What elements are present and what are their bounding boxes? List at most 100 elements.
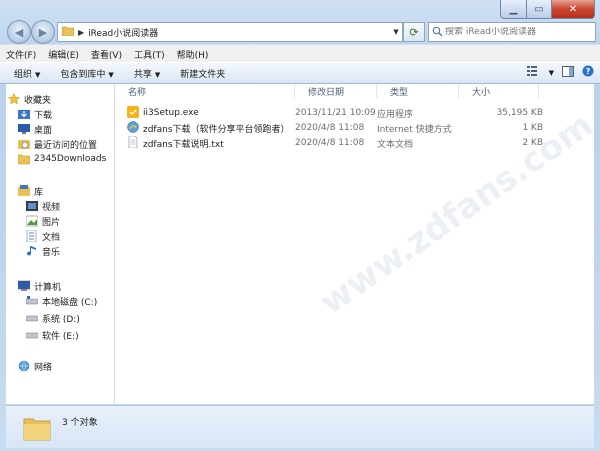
nav-recent-places[interactable]: 最近访问的位置 xyxy=(18,137,97,151)
menu-view[interactable]: 查看(V) xyxy=(85,48,128,61)
installer-icon xyxy=(127,105,139,121)
music-icon xyxy=(26,245,38,257)
search-icon xyxy=(432,26,443,40)
help-button[interactable]: ? xyxy=(582,65,594,80)
file-row[interactable]: zdfans下载（软件分享平台领跑者） 2020/4/8 11:08 Inter… xyxy=(127,120,543,136)
view-icon xyxy=(526,66,537,76)
file-name: ii3Setup.exe xyxy=(143,108,199,118)
nav-2345downloads-label: 2345Downloads xyxy=(34,154,107,164)
pictures-icon xyxy=(25,215,39,227)
file-modified: 2020/4/8 11:08 xyxy=(295,123,365,133)
maximize-button[interactable]: ▭ xyxy=(527,0,552,19)
view-dropdown-icon[interactable]: ▼ xyxy=(549,69,554,77)
nav-drive-d[interactable]: 系统 (D:) xyxy=(25,311,80,325)
file-type: 文本文档 xyxy=(377,139,414,150)
menu-edit[interactable]: 编辑(E) xyxy=(42,48,85,61)
maximize-icon: ▭ xyxy=(534,3,544,15)
computer-icon xyxy=(17,280,31,292)
column-size[interactable]: 大小 xyxy=(459,84,539,98)
file-name: zdfans下载（软件分享平台领跑者） xyxy=(143,124,290,135)
menu-help[interactable]: 帮助(H) xyxy=(171,48,215,61)
nav-favorites[interactable]: 收藏夹 xyxy=(7,92,51,106)
forward-arrow-icon: ▶ xyxy=(38,25,48,39)
file-row[interactable]: ii3Setup.exe 2013/11/21 10:09 应用程序 35,19… xyxy=(127,105,543,121)
menu-tools[interactable]: 工具(T) xyxy=(128,48,171,61)
breadcrumb-chevron-icon: ▶ xyxy=(78,27,85,37)
nav-recent-label: 最近访问的位置 xyxy=(34,140,98,151)
file-row[interactable]: zdfans下载说明.txt 2020/4/8 11:08 文本文档 2 KB xyxy=(127,135,543,151)
search-input[interactable] xyxy=(429,27,591,37)
nav-libraries-label: 库 xyxy=(34,187,44,198)
item-count: 3 个对象 xyxy=(62,418,98,428)
nav-drive-c-label: 本地磁盘 (C:) xyxy=(42,297,98,308)
desktop-icon xyxy=(18,123,30,135)
nav-network[interactable]: 网络 xyxy=(18,359,52,373)
column-type-label: 类型 xyxy=(390,87,409,98)
help-icon: ? xyxy=(582,65,594,77)
folder-icon xyxy=(17,153,31,165)
nav-2345downloads[interactable]: 2345Downloads xyxy=(17,152,107,166)
include-in-library-button[interactable]: 包含到库中 ▼ xyxy=(50,67,123,80)
change-view-button[interactable] xyxy=(526,66,541,79)
navigation-pane: 收藏夹 下载 桌面 最近访问的位置 2345Downloads 库 视频 图片 … xyxy=(6,84,115,404)
command-bar: 组织 ▼ 包含到库中 ▼ 共享 ▼ 新建文件夹 ▼ ? xyxy=(0,62,600,84)
organize-label: 组织 xyxy=(14,69,33,80)
nav-music-label: 音乐 xyxy=(42,247,61,258)
nav-documents[interactable]: 文档 xyxy=(26,229,60,243)
menu-bar: 文件(F) 编辑(E) 查看(V) 工具(T) 帮助(H) xyxy=(0,44,600,63)
address-dropdown-icon[interactable]: ▼ xyxy=(390,23,402,41)
nav-libraries[interactable]: 库 xyxy=(18,184,43,198)
nav-computer-label: 计算机 xyxy=(34,282,62,293)
organize-button[interactable]: 组织 ▼ xyxy=(0,67,50,80)
nav-desktop[interactable]: 桌面 xyxy=(18,122,52,136)
nav-downloads-label: 下载 xyxy=(34,110,53,121)
menu-file[interactable]: 文件(F) xyxy=(0,48,42,61)
hard-drive-icon xyxy=(25,329,39,341)
documents-icon xyxy=(26,229,38,243)
nav-music[interactable]: 音乐 xyxy=(26,244,60,258)
nav-downloads[interactable]: 下载 xyxy=(18,107,52,121)
column-type[interactable]: 类型 xyxy=(377,84,459,98)
file-type: 应用程序 xyxy=(377,109,414,120)
text-document-icon xyxy=(127,135,139,151)
file-list: 名称 修改日期 类型 大小 ii3Setup.exe 2013/11/21 10… xyxy=(115,84,600,404)
file-modified: 2020/4/8 11:08 xyxy=(295,138,365,148)
network-icon xyxy=(18,360,30,372)
column-modified[interactable]: 修改日期 xyxy=(295,84,377,98)
file-size: 35,195 KB xyxy=(496,108,543,118)
nav-videos[interactable]: 视频 xyxy=(26,199,60,213)
caption-buttons: ▁ ▭ ✕ xyxy=(500,0,595,19)
nav-drive-e-label: 软件 (E:) xyxy=(42,331,79,342)
close-button[interactable]: ✕ xyxy=(552,0,595,19)
library-icon xyxy=(18,185,30,197)
include-in-library-label: 包含到库中 xyxy=(60,69,106,80)
internet-shortcut-icon xyxy=(127,120,139,136)
videos-icon xyxy=(26,200,38,212)
column-name[interactable]: 名称 xyxy=(115,84,295,98)
nav-drive-e[interactable]: 软件 (E:) xyxy=(25,328,79,342)
address-bar[interactable]: ▶ iRead小说阅读器 ▼ xyxy=(57,22,403,42)
nav-computer[interactable]: 计算机 xyxy=(17,279,62,293)
breadcrumb-current[interactable]: iRead小说阅读器 xyxy=(88,26,158,39)
search-box[interactable] xyxy=(428,22,596,42)
folder-icon xyxy=(61,25,75,39)
forward-button[interactable]: ▶ xyxy=(31,20,55,44)
share-button[interactable]: 共享 ▼ xyxy=(124,67,170,80)
hard-drive-icon xyxy=(25,312,39,324)
svg-text:?: ? xyxy=(586,67,591,76)
refresh-button[interactable]: ⟳ xyxy=(403,22,425,42)
preview-pane-button[interactable] xyxy=(562,65,574,80)
back-button[interactable]: ◀ xyxy=(7,20,31,44)
nav-drive-d-label: 系统 (D:) xyxy=(42,314,80,325)
share-label: 共享 xyxy=(133,69,152,80)
minimize-button[interactable]: ▁ xyxy=(500,0,527,19)
new-folder-button[interactable]: 新建文件夹 xyxy=(170,67,235,80)
dropdown-arrow-icon: ▼ xyxy=(154,70,161,79)
file-size: 1 KB xyxy=(522,123,543,133)
file-type: Internet 快捷方式 xyxy=(377,124,452,135)
file-name: zdfans下载说明.txt xyxy=(143,139,224,150)
nav-drive-c[interactable]: 本地磁盘 (C:) xyxy=(25,294,98,308)
nav-videos-label: 视频 xyxy=(42,202,61,213)
nav-documents-label: 文档 xyxy=(42,232,61,243)
nav-pictures[interactable]: 图片 xyxy=(25,214,60,228)
